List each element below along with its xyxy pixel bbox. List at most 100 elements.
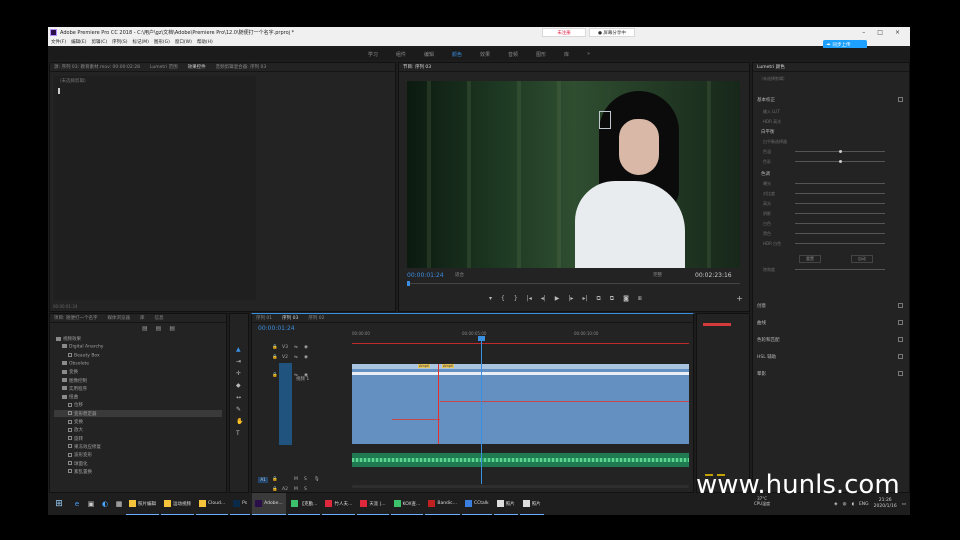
keyframe-line[interactable]	[440, 401, 689, 402]
taskbar-app-button[interactable]: KOX查...	[390, 493, 424, 515]
workspace-audio[interactable]: 音频	[508, 51, 518, 58]
tree-item[interactable]: 变形稳定器	[68, 411, 97, 417]
tab-source[interactable]: 源: 序列 03: 教育素材.mov: 00:00:02:28	[54, 64, 140, 70]
yuv-effects-icon[interactable]: ▤	[169, 325, 175, 332]
tab-info[interactable]: 信息	[154, 315, 163, 321]
tone-slider[interactable]	[795, 233, 885, 234]
taskbar-app-button[interactable]: 【克勤...	[287, 493, 321, 515]
tree-item[interactable]: 视频效果	[56, 336, 81, 342]
timeline-timecode[interactable]: 00:00:01:24	[258, 325, 295, 332]
mark-out-button[interactable]: }	[514, 295, 518, 303]
timeline-horizontal-scrollbar[interactable]	[352, 485, 689, 488]
taskbar-app-button[interactable]: 照片	[519, 493, 544, 515]
tab-sequence-01[interactable]: 序列 01	[256, 315, 272, 321]
section-color-wheels[interactable]: 色轮和匹配	[757, 337, 780, 343]
tone-slider[interactable]	[795, 193, 885, 194]
section-basic-correction[interactable]: 基本校正	[757, 97, 775, 103]
export-frame-button[interactable]: ◙	[623, 295, 629, 303]
section-creative[interactable]: 创意	[757, 303, 766, 309]
tab-sequence-02[interactable]: 序列 02	[308, 315, 324, 321]
mark-in-button[interactable]: {	[501, 295, 505, 303]
slip-tool-icon[interactable]: ↔	[236, 394, 241, 401]
tree-item[interactable]: Digital Anarchy	[62, 344, 103, 350]
store-icon[interactable]: ▣	[84, 493, 98, 515]
workspace-effects[interactable]: 效果	[480, 51, 490, 58]
notification-icon[interactable]: ▭	[902, 502, 906, 507]
program-playhead[interactable]	[407, 281, 410, 286]
tree-item[interactable]: 位移	[68, 402, 83, 408]
saturation-slider[interactable]	[795, 269, 885, 270]
eye-icon[interactable]: ◉	[304, 345, 308, 350]
tree-item[interactable]: 变换	[68, 419, 83, 425]
section-enable-checkbox[interactable]	[898, 320, 903, 325]
taskbar-app-button[interactable]: Bandic...	[425, 493, 460, 515]
type-tool-icon[interactable]: T	[236, 430, 240, 437]
hand-tool-icon[interactable]: ✋	[236, 418, 243, 425]
taskbar-app-button[interactable]: 照片	[493, 493, 518, 515]
shield-icon[interactable]: ◈	[834, 502, 837, 507]
razor-tool-icon[interactable]: ◆	[236, 382, 241, 389]
section-vignette[interactable]: 晕影	[757, 371, 766, 377]
screen-share-badge[interactable]: ● 屏幕分享中	[589, 28, 635, 37]
32bit-effects-icon[interactable]: ▤	[156, 325, 162, 332]
tree-item[interactable]: 实用程序	[62, 386, 87, 392]
sync-lock-icon[interactable]: ⇋	[294, 355, 298, 360]
tab-lumetri-color[interactable]: Lumetri 颜色	[757, 64, 785, 70]
ripple-edit-tool-icon[interactable]: ✛	[236, 370, 241, 377]
audio-clip[interactable]	[352, 453, 689, 467]
workspace-editing[interactable]: 编辑	[424, 51, 434, 58]
workspace-more[interactable]: »	[587, 51, 590, 57]
section-hsl-secondary[interactable]: HSL 辅助	[757, 354, 776, 360]
zoom-fit-dropdown[interactable]: 适合	[455, 272, 464, 278]
taskbar-app-button[interactable]: 竹人夫...	[322, 493, 356, 515]
photos-icon[interactable]: ▦	[112, 493, 126, 515]
tree-item[interactable]: 波形变形	[68, 452, 92, 458]
menu-window[interactable]: 窗口(W)	[175, 39, 192, 45]
tab-audio-clip-mixer[interactable]: 音频剪辑混合器: 序列 03	[216, 64, 267, 70]
menu-edit[interactable]: 编辑(E)	[71, 39, 86, 45]
eye-icon[interactable]: ◉	[304, 355, 308, 360]
lock-icon[interactable]: 🔒	[272, 355, 278, 360]
tint-knob[interactable]	[839, 160, 842, 163]
mic-icon[interactable]: 🎙	[314, 477, 320, 482]
tone-slider[interactable]	[795, 223, 885, 224]
workspace-assembly[interactable]: 组件	[396, 51, 406, 58]
tab-project[interactable]: 项目: 随便打一个名字	[54, 315, 97, 321]
network-icon[interactable]: ◍	[843, 502, 847, 507]
taskbar-app-button[interactable]: 运动视频	[161, 493, 194, 515]
solo-button[interactable]: S	[304, 487, 307, 492]
edge-icon[interactable]: e	[70, 493, 84, 515]
lift-button[interactable]: ⧉	[596, 295, 600, 303]
program-current-timecode[interactable]: 00:00:01:24	[407, 272, 444, 279]
sync-lock-icon[interactable]: ⇋	[294, 345, 298, 350]
tree-item[interactable]: 放大	[68, 427, 83, 433]
selection-tool-icon[interactable]: ▲	[236, 346, 241, 353]
accelerated-effects-icon[interactable]: ▤	[142, 325, 148, 332]
tab-program[interactable]: 节目: 序列 03	[403, 64, 431, 70]
volume-icon[interactable]: ◖	[852, 502, 854, 507]
effect-controls-body[interactable]: （未选择剪辑）	[54, 76, 256, 300]
lock-icon[interactable]: 🔒	[272, 487, 278, 492]
step-forward-button[interactable]: |▸	[568, 295, 573, 303]
tree-item[interactable]: 图像控制	[62, 378, 87, 384]
workspace-libraries[interactable]: 库	[564, 51, 569, 58]
tab-sequence-03[interactable]: 序列 03	[282, 315, 298, 321]
tree-item[interactable]: 变换	[62, 369, 78, 375]
tab-effect-controls[interactable]: 效果控件	[188, 64, 206, 70]
minimize-button[interactable]: –	[862, 29, 865, 36]
windows-start-icon[interactable]: ⊞	[48, 493, 70, 515]
menu-marker[interactable]: 标记(M)	[133, 39, 149, 45]
play-button[interactable]: ▶	[555, 295, 560, 303]
close-button[interactable]: ×	[895, 29, 900, 36]
taskbar-app-button[interactable]: CCtalk	[461, 493, 492, 515]
section-enable-checkbox[interactable]	[898, 337, 903, 342]
go-to-out-button[interactable]: ▸|	[582, 295, 587, 303]
temperature-knob[interactable]	[839, 150, 842, 153]
extract-button[interactable]: ⧉	[610, 295, 614, 303]
go-to-in-button[interactable]: |◂	[527, 295, 532, 303]
video-clip[interactable]: Ampli Ampli	[352, 364, 689, 444]
menu-clip[interactable]: 剪辑(C)	[91, 39, 107, 45]
tree-item[interactable]: 扭曲	[62, 394, 78, 400]
track-select-tool-icon[interactable]: ⇥	[236, 358, 241, 365]
tree-item[interactable]: 紊乱置换	[68, 469, 92, 475]
